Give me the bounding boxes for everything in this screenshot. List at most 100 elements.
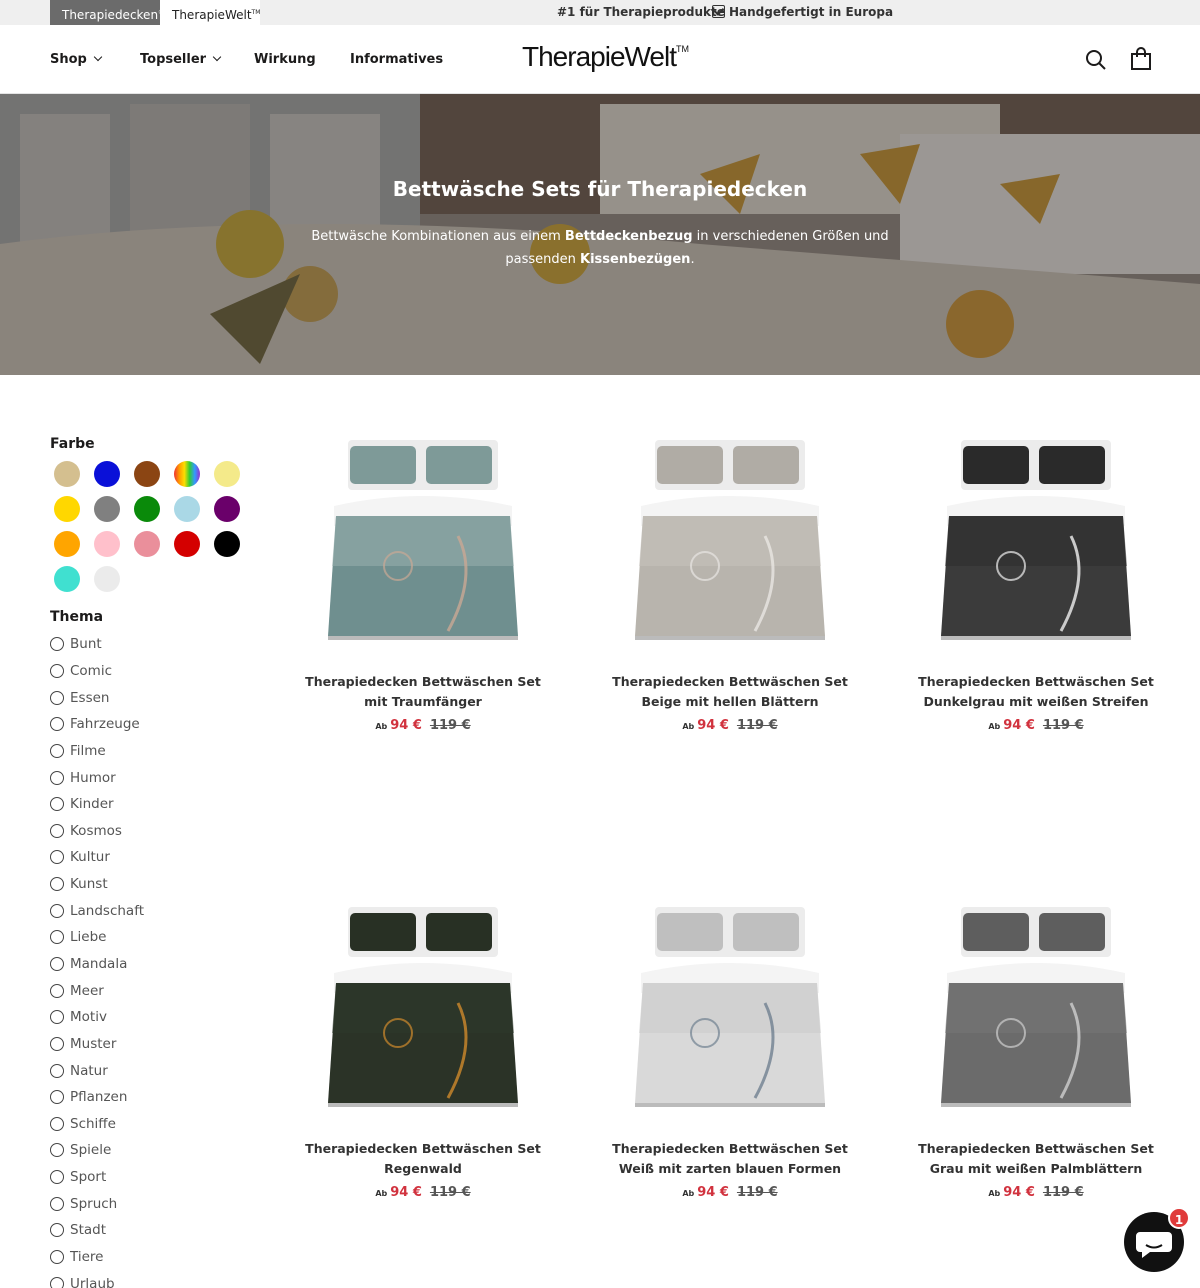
theme-filter-option[interactable]: Spiele <box>50 1137 144 1164</box>
theme-filter-option[interactable]: Kultur <box>50 844 144 871</box>
theme-filter-option[interactable]: Natur <box>50 1057 144 1084</box>
color-swatch[interactable] <box>94 531 120 557</box>
theme-label: Stadt <box>70 1222 106 1239</box>
theme-filter-option[interactable]: Motiv <box>50 1004 144 1031</box>
nav-informatives[interactable]: Informatives <box>350 25 443 94</box>
theme-filter-option[interactable]: Filme <box>50 738 144 765</box>
collection-hero: Bettwäsche Sets für Therapiedecken Bettw… <box>0 94 1200 375</box>
product-image[interactable] <box>625 903 835 1113</box>
nav-wirkung[interactable]: Wirkung <box>254 25 316 94</box>
color-swatch[interactable] <box>214 461 240 487</box>
theme-label: Landschaft <box>70 902 145 919</box>
color-swatch[interactable] <box>174 531 200 557</box>
color-swatch[interactable] <box>134 496 160 522</box>
product-title-line: Therapiedecken Bettwäschen Set <box>612 1141 848 1156</box>
product-card[interactable]: Therapiedecken Bettwäschen Set mit Traumf… <box>293 436 553 736</box>
theme-filter-option[interactable]: Pflanzen <box>50 1084 144 1111</box>
theme-filter-option[interactable]: Stadt <box>50 1217 144 1244</box>
product-image[interactable] <box>931 436 1141 646</box>
product-price: Ab 94 € 119 € <box>906 718 1166 733</box>
nav-topseller[interactable]: Topseller <box>140 25 222 94</box>
product-title[interactable]: Therapiedecken Bettwäschen Set Weiß mit z… <box>600 1139 860 1179</box>
search-icon[interactable] <box>1085 49 1107 71</box>
theme-label: Fahrzeuge <box>70 716 140 733</box>
description-bold: Kissenbezügen <box>580 252 691 267</box>
sale-price: 94 € <box>390 1185 422 1200</box>
price-prefix: Ab <box>988 722 1001 731</box>
product-card[interactable]: Therapiedecken Bettwäschen Set Regenwald A… <box>293 903 553 1203</box>
theme-filter-option[interactable]: Schiffe <box>50 1111 144 1138</box>
color-swatch[interactable] <box>54 461 80 487</box>
product-image[interactable] <box>318 903 528 1113</box>
theme-filter-option[interactable]: Landschaft <box>50 897 144 924</box>
theme-filter-option[interactable]: Essen <box>50 684 144 711</box>
theme-label: Muster <box>70 1035 117 1052</box>
store-tab-therapiewelt[interactable]: TherapieWeltTM <box>160 0 260 25</box>
theme-filter-option[interactable]: Meer <box>50 977 144 1004</box>
color-swatch[interactable] <box>214 531 240 557</box>
color-swatch[interactable] <box>94 566 120 592</box>
theme-filter-option[interactable]: Comic <box>50 658 144 685</box>
store-tab-label: Therapiedecken <box>62 8 159 22</box>
color-swatch[interactable] <box>174 496 200 522</box>
product-title-line: Weiß mit zarten blauen Formen <box>618 1161 842 1176</box>
product-card[interactable]: Therapiedecken Bettwäschen Set Grau mit w… <box>906 903 1166 1203</box>
color-swatch[interactable] <box>134 461 160 487</box>
product-title[interactable]: Therapiedecken Bettwäschen Set Dunkelgrau… <box>906 672 1166 712</box>
product-title-line: Therapiedecken Bettwäschen Set <box>918 1141 1154 1156</box>
theme-filter-option[interactable]: Kunst <box>50 871 144 898</box>
theme-label: Pflanzen <box>70 1089 128 1106</box>
site-logo[interactable]: TherapieWeltTM <box>522 41 689 73</box>
color-swatch[interactable] <box>94 496 120 522</box>
theme-label: Mandala <box>70 956 128 972</box>
theme-filter-option[interactable]: Liebe <box>50 924 144 951</box>
radio-unchecked-icon <box>50 797 64 812</box>
sale-price: 94 € <box>697 1185 729 1200</box>
color-swatch[interactable] <box>54 566 80 592</box>
radio-unchecked-icon <box>50 930 64 945</box>
theme-filter-option[interactable]: Sport <box>50 1164 144 1191</box>
theme-filter-option[interactable]: Mandala <box>50 951 144 978</box>
store-tab-label: TherapieWelt <box>172 8 252 22</box>
product-card[interactable]: Therapiedecken Bettwäschen Set Dunkelgrau… <box>906 436 1166 736</box>
theme-label: Comic <box>70 662 113 679</box>
theme-filter-option[interactable]: Muster <box>50 1031 144 1058</box>
product-image[interactable] <box>318 436 528 646</box>
product-title-line: Therapiedecken Bettwäschen Set <box>918 674 1154 689</box>
nav-shop[interactable]: Shop <box>50 25 103 94</box>
product-image[interactable] <box>625 436 835 646</box>
product-title[interactable]: Therapiedecken Bettwäschen Set mit Traumf… <box>293 672 553 712</box>
theme-label: Spiele <box>70 1142 112 1159</box>
theme-filter-option[interactable]: Tiere <box>50 1244 144 1271</box>
shopping-bag-icon[interactable] <box>1130 47 1152 71</box>
color-swatch[interactable] <box>214 496 240 522</box>
product-card[interactable]: Therapiedecken Bettwäschen Set Beige mit … <box>600 436 860 736</box>
price-prefix: Ab <box>988 1189 1001 1198</box>
product-title[interactable]: Therapiedecken Bettwäschen Set Grau mit w… <box>906 1139 1166 1179</box>
radio-unchecked-icon <box>50 1143 64 1158</box>
theme-label: Urlaub <box>70 1275 115 1288</box>
store-tab-therapiedecken[interactable]: Therapiedecken® <box>50 0 164 25</box>
radio-unchecked-icon <box>50 1250 64 1265</box>
color-swatch[interactable] <box>54 496 80 522</box>
theme-filter-option[interactable]: Urlaub <box>50 1270 144 1288</box>
product-price: Ab 94 € 119 € <box>293 1185 553 1200</box>
color-swatch[interactable] <box>94 461 120 487</box>
theme-filter-option[interactable]: Fahrzeuge <box>50 711 144 738</box>
theme-label: Sport <box>70 1169 107 1186</box>
product-card[interactable]: Therapiedecken Bettwäschen Set Weiß mit z… <box>600 903 860 1203</box>
color-swatch[interactable] <box>54 531 80 557</box>
product-title[interactable]: Therapiedecken Bettwäschen Set Beige mit … <box>600 672 860 712</box>
color-swatch[interactable] <box>174 461 200 487</box>
theme-filter-option[interactable]: Kinder <box>50 791 144 818</box>
chevron-down-icon <box>93 52 103 62</box>
theme-label: Humor <box>70 769 116 786</box>
theme-filter-option[interactable]: Humor <box>50 764 144 791</box>
theme-filter-option[interactable]: Kosmos <box>50 817 144 844</box>
product-image[interactable] <box>931 903 1141 1113</box>
product-title[interactable]: Therapiedecken Bettwäschen Set Regenwald <box>293 1139 553 1179</box>
theme-filter-option[interactable]: Bunt <box>50 631 144 658</box>
color-swatch[interactable] <box>134 531 160 557</box>
announcement-text-handmade: Handgefertigt in Europa <box>712 0 893 25</box>
theme-filter-option[interactable]: Spruch <box>50 1190 144 1217</box>
